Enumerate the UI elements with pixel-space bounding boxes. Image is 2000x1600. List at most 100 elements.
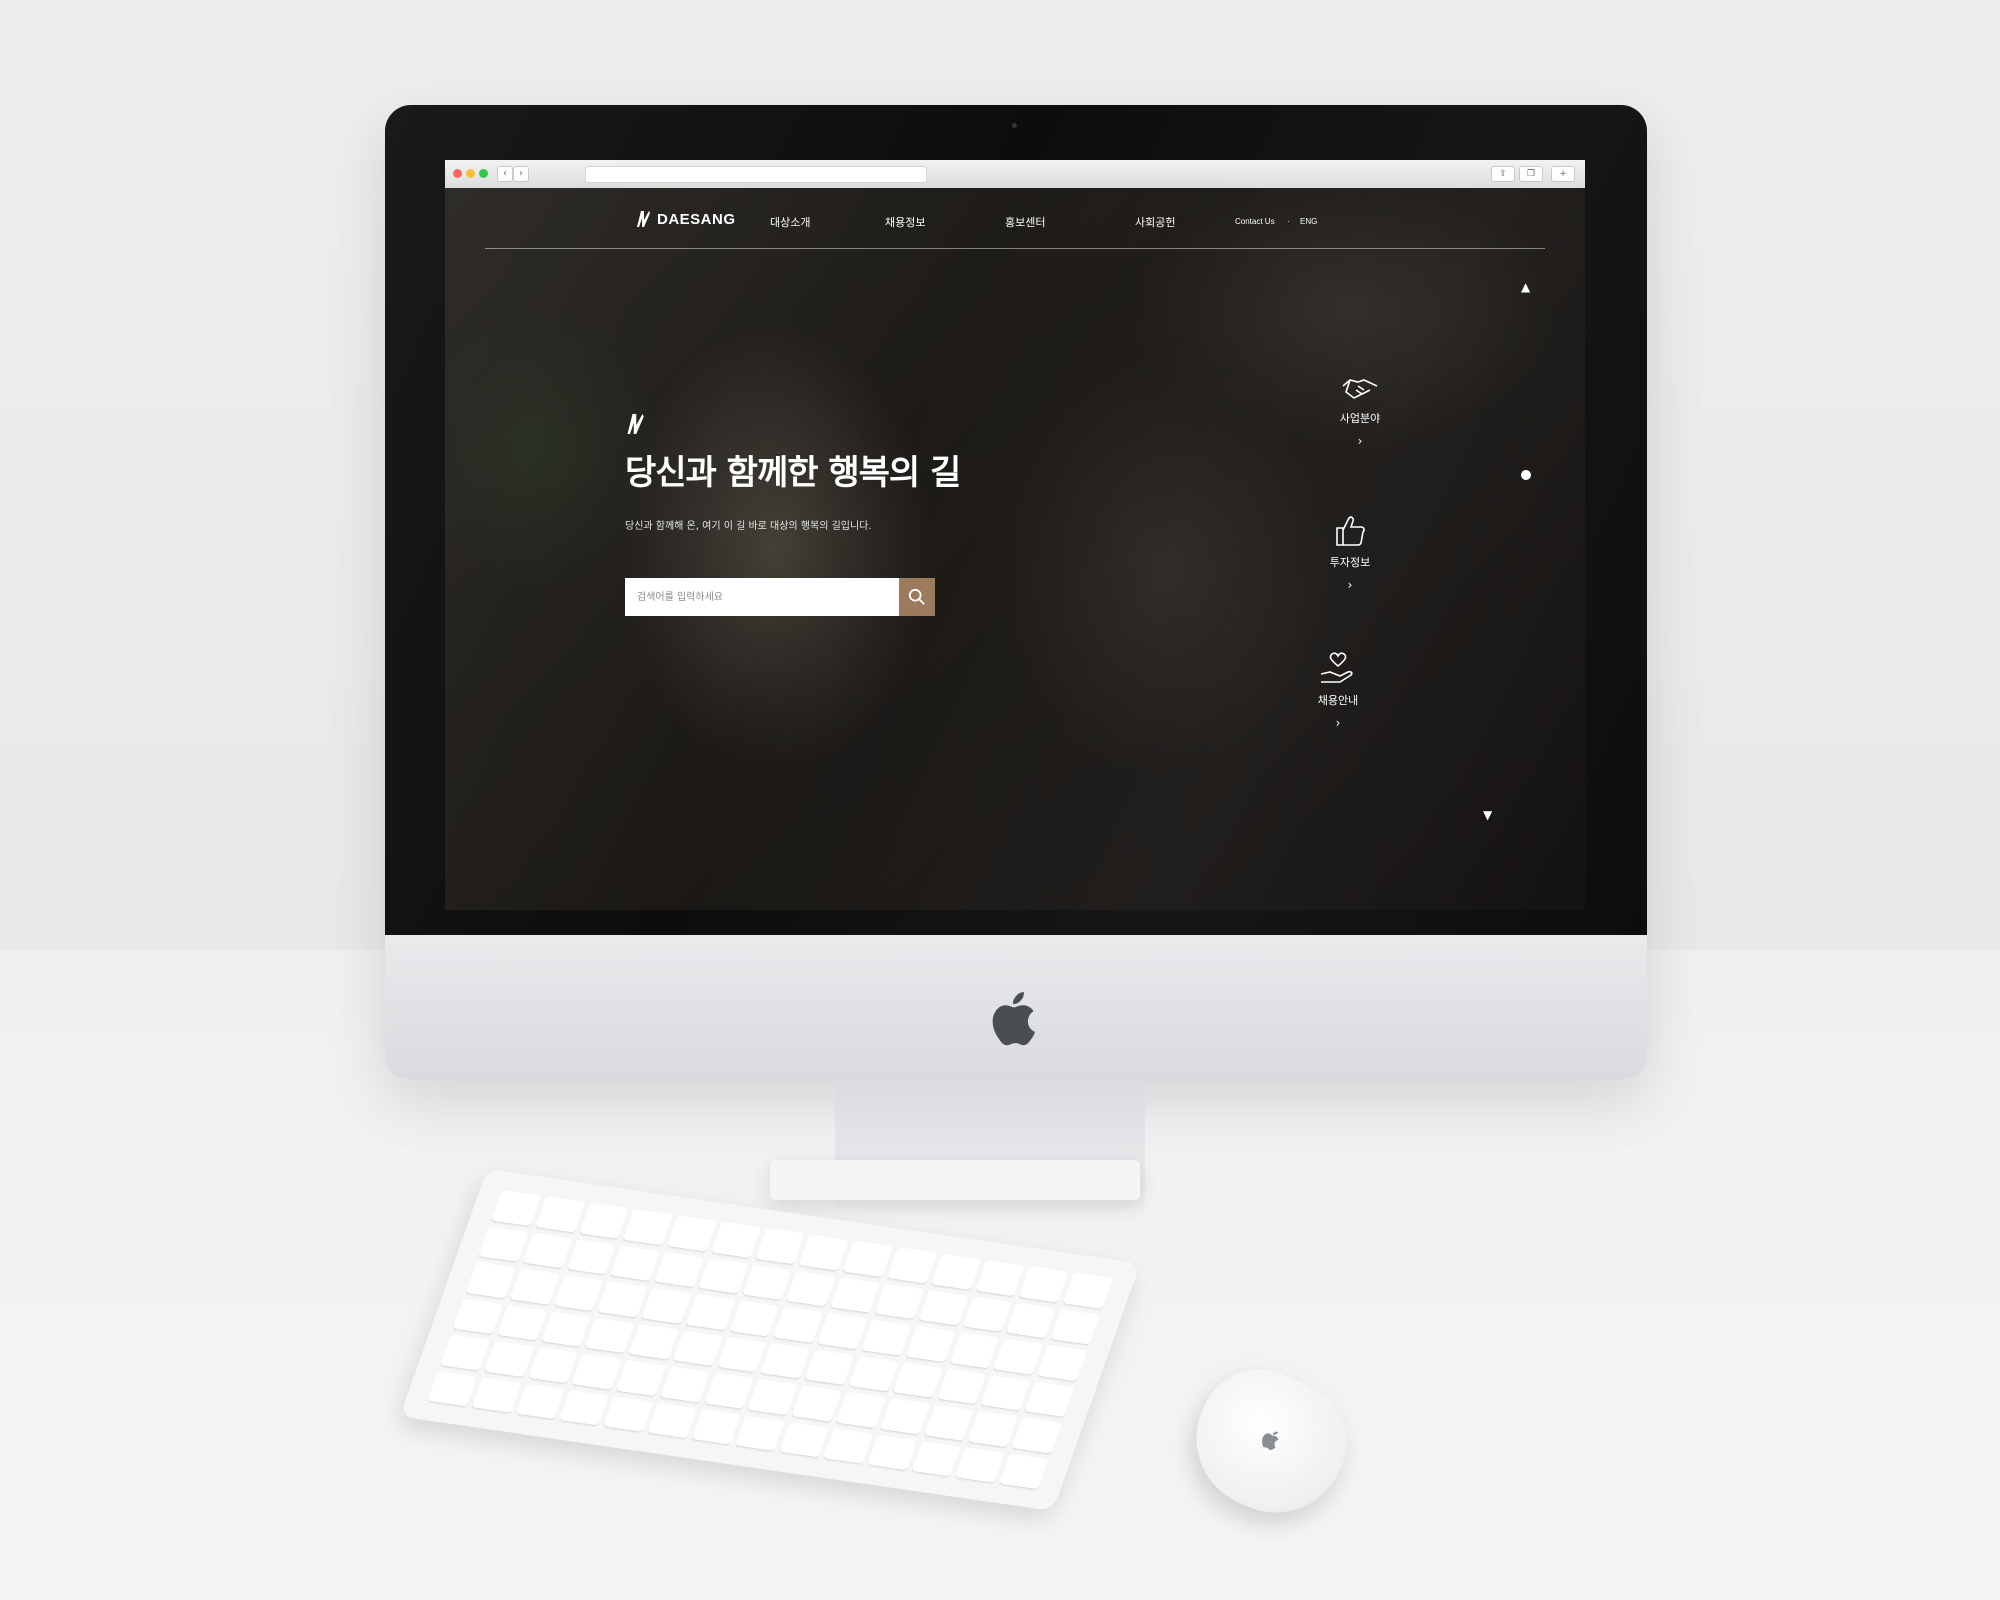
brand-name: DAESANG xyxy=(657,210,736,228)
keyboard-key xyxy=(603,1395,654,1433)
keyboard-key xyxy=(1018,1266,1069,1304)
hero-headline: 당신과 함께한 행복의 길 xyxy=(625,453,961,493)
heart-hand-icon xyxy=(1320,652,1353,683)
language-eng-link[interactable]: ENG xyxy=(1300,217,1317,226)
gnb-item-pr-center[interactable]: 홍보센터 xyxy=(1005,214,1045,230)
chevron-right-icon: › xyxy=(1357,434,1363,448)
keyboard-key xyxy=(622,1208,674,1246)
apple-logo-icon xyxy=(992,992,1035,1046)
keyboard-key xyxy=(1024,1381,1075,1418)
back-arrow-icon[interactable]: ‹ xyxy=(497,166,513,182)
quick-link-label: 사업분야 xyxy=(1339,412,1381,425)
keyboard-key xyxy=(534,1196,586,1234)
keyboard-key xyxy=(540,1310,591,1348)
keyboard-key xyxy=(917,1289,969,1327)
imac-stand-foot xyxy=(770,1160,1140,1200)
keyboard-key xyxy=(439,1334,491,1372)
keyboard-key xyxy=(993,1338,1044,1376)
util-separator: · xyxy=(1287,217,1290,226)
brand-logo[interactable]: DAESANG xyxy=(635,210,736,228)
keyboard-key xyxy=(961,1296,1013,1333)
keyboard-key xyxy=(866,1434,918,1472)
quick-link-recruit-guide[interactable]: 채용안내 › xyxy=(1293,650,1383,730)
slide-indicator-dot[interactable] xyxy=(1521,470,1531,480)
gnb-item-about[interactable]: 대상소개 xyxy=(770,214,810,230)
quick-link-investment[interactable]: 투자정보 › xyxy=(1305,512,1395,592)
new-tab-icon[interactable]: + xyxy=(1551,166,1575,182)
keyboard-key xyxy=(698,1257,749,1295)
contact-us-link[interactable]: Contact Us xyxy=(1235,217,1275,226)
hero-subcopy: 당신과 함께해 온, 여기 이 길 바로 대상의 행복의 길입니다. xyxy=(625,521,872,532)
keyboard-key xyxy=(716,1336,767,1374)
keyboard-key xyxy=(509,1268,560,1306)
maximize-window-icon[interactable] xyxy=(479,169,488,178)
hero-overlay xyxy=(445,188,1585,910)
keyboard-key xyxy=(615,1359,666,1397)
camera-icon xyxy=(1012,123,1017,128)
keyboard-key xyxy=(553,1274,604,1312)
keyboard-key xyxy=(584,1317,635,1355)
share-icon[interactable]: ⇪ xyxy=(1491,166,1515,182)
keyboard-key xyxy=(490,1189,542,1227)
keyboard-key xyxy=(754,1228,805,1265)
keyboard-key xyxy=(954,1446,1006,1484)
screen: ‹ › ⇪ ❐ + DAESANG 대상소개 채용정보 홍보센터 사회공헌 Co… xyxy=(445,160,1585,910)
keyboard-key xyxy=(1062,1272,1113,1310)
scroll-up-arrow-icon[interactable]: ▲ xyxy=(1521,280,1530,294)
keyboard-key xyxy=(515,1383,566,1421)
keyboard-key xyxy=(566,1238,617,1276)
chevron-right-icon: › xyxy=(1335,716,1341,730)
keyboard-key xyxy=(465,1262,516,1299)
keyboard-key xyxy=(659,1366,710,1404)
keyboard-key xyxy=(778,1421,830,1459)
daesang-logo-icon xyxy=(637,211,650,227)
hero-brand-mark-icon xyxy=(627,414,644,434)
keyboard-key xyxy=(798,1234,849,1272)
tabs-icon[interactable]: ❐ xyxy=(1519,166,1543,182)
keyboard-key xyxy=(742,1264,793,1302)
address-bar[interactable] xyxy=(585,166,927,183)
search-icon xyxy=(908,588,925,605)
keyboard-key xyxy=(822,1427,874,1465)
keyboard-key xyxy=(980,1374,1031,1412)
search-button[interactable] xyxy=(899,578,935,616)
gnb-item-recruit[interactable]: 채용정보 xyxy=(885,214,925,230)
keyboard-key xyxy=(879,1398,930,1435)
keyboard-key xyxy=(804,1349,855,1387)
keyboard-key xyxy=(1005,1302,1057,1340)
forward-arrow-icon[interactable]: › xyxy=(513,166,529,182)
keyboard-key xyxy=(949,1332,1000,1370)
header-divider xyxy=(485,248,1545,249)
keyboard-key xyxy=(861,1319,912,1357)
keyboard-key xyxy=(886,1247,937,1285)
search-bar xyxy=(625,578,935,616)
keyboard-key xyxy=(578,1202,630,1240)
quick-link-label: 투자정보 xyxy=(1329,556,1371,569)
keyboard-key xyxy=(936,1368,987,1406)
keyboard-key xyxy=(685,1293,736,1331)
minimize-window-icon[interactable] xyxy=(466,169,475,178)
scroll-down-arrow-icon[interactable]: ▼ xyxy=(1483,808,1492,822)
close-window-icon[interactable] xyxy=(453,169,462,178)
keyboard-key xyxy=(703,1372,754,1410)
browser-toolbar: ‹ › ⇪ ❐ + xyxy=(445,160,1585,189)
quick-link-business[interactable]: 사업분야 › xyxy=(1315,372,1405,448)
keyboard-key xyxy=(427,1370,478,1408)
keyboard-key xyxy=(835,1391,886,1429)
keyboard-key xyxy=(998,1453,1050,1491)
keyboard-key xyxy=(571,1353,623,1391)
keyboard-key xyxy=(527,1347,579,1384)
keyboard-key xyxy=(483,1340,535,1378)
keyboard-key xyxy=(710,1221,762,1259)
keyboard-key xyxy=(773,1306,824,1344)
keyboard-key xyxy=(522,1232,573,1270)
keyboard-key xyxy=(734,1415,786,1452)
keyboard-key xyxy=(496,1304,547,1342)
keyboard-key xyxy=(786,1270,837,1308)
gnb-item-csr[interactable]: 사회공헌 xyxy=(1135,214,1175,230)
search-input[interactable] xyxy=(625,578,899,616)
quick-link-label: 채용안내 xyxy=(1317,694,1359,707)
keyboard-key xyxy=(791,1385,842,1423)
keyboard-key xyxy=(923,1404,974,1442)
keyboard-key xyxy=(892,1361,943,1399)
